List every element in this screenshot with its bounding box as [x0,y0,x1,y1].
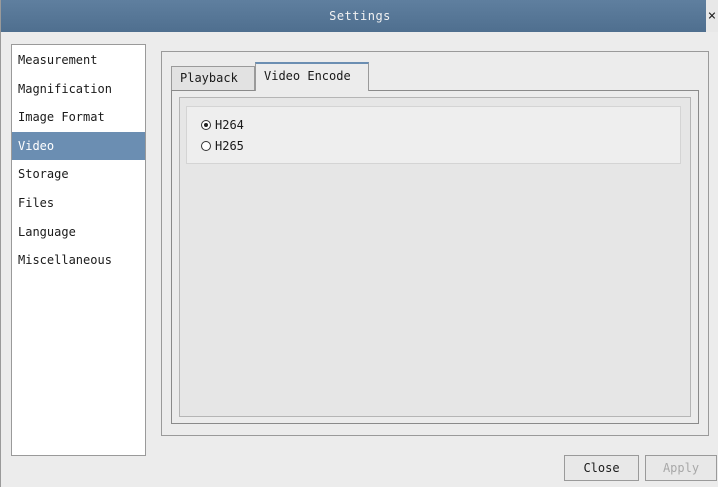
sidebar-item-storage[interactable]: Storage [12,160,145,189]
sidebar-item-miscellaneous[interactable]: Miscellaneous [12,246,145,275]
tab-playback[interactable]: Playback [171,66,255,90]
sidebar-item-measurement[interactable]: Measurement [12,46,145,75]
sidebar-item-files[interactable]: Files [12,189,145,218]
sidebar-item-video[interactable]: Video [12,131,145,161]
encode-radio-group [186,106,681,164]
apply-button[interactable]: Apply [645,455,717,481]
radio-h264[interactable]: H264 [201,116,244,134]
radio-unchecked-icon [201,141,211,151]
radio-checked-icon [201,120,211,130]
radio-h265-label: H265 [215,139,244,153]
radio-h265[interactable]: H265 [201,137,244,155]
sidebar-item-magnification[interactable]: Magnification [12,75,145,104]
sidebar-item-image-format[interactable]: Image Format [12,103,145,132]
title-bar[interactable]: Settings [1,0,718,32]
radio-h264-label: H264 [215,118,244,132]
window-title: Settings [329,9,391,23]
tab-video-encode[interactable]: Video Encode [255,62,369,91]
sidebar-item-language[interactable]: Language [12,218,145,247]
settings-window: Settings × Measurement Magnification Ima… [0,0,718,487]
settings-sidebar: Measurement Magnification Image Format V… [11,44,146,456]
close-button[interactable]: Close [564,455,639,481]
close-icon[interactable]: × [706,0,718,32]
